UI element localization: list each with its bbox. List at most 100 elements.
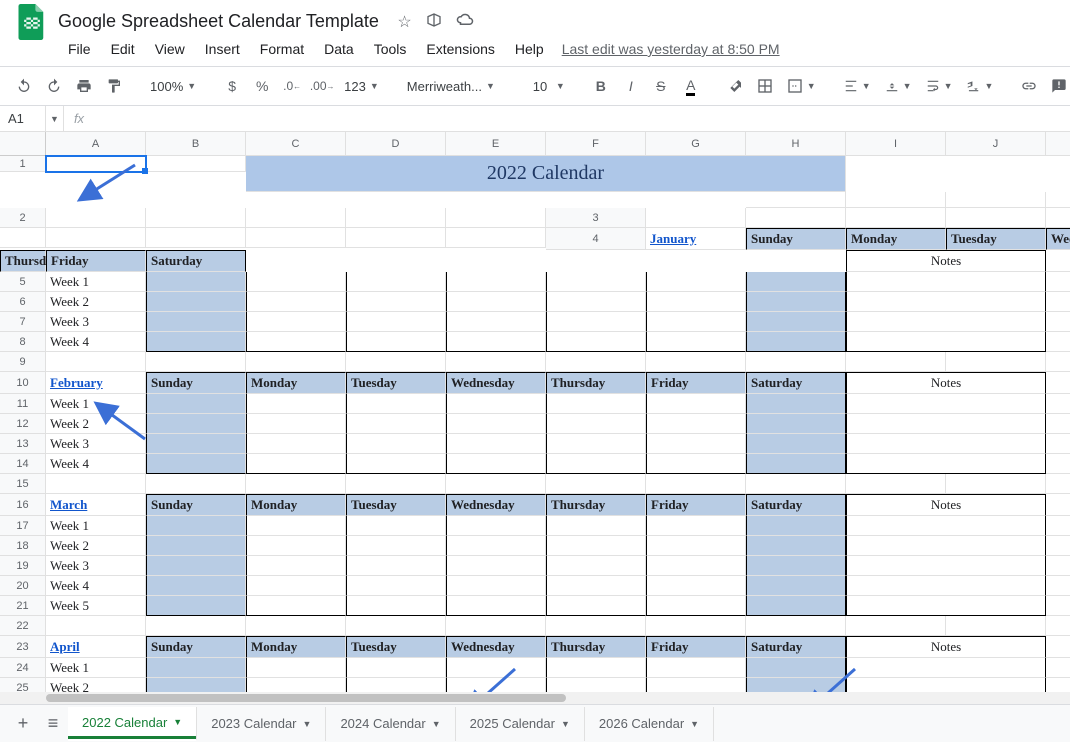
menu-format[interactable]: Format [252, 37, 312, 61]
cell[interactable] [1046, 332, 1070, 352]
day-header[interactable]: Saturday [746, 636, 846, 658]
week-label[interactable]: Week 2 [46, 292, 146, 312]
row-header[interactable]: 14 [0, 454, 46, 474]
row-header[interactable]: 19 [0, 556, 46, 576]
day-header[interactable]: Wednesday [1046, 228, 1070, 250]
calendar-cell[interactable] [346, 332, 446, 352]
notes-cell[interactable] [846, 516, 1046, 536]
calendar-cell[interactable] [146, 414, 246, 434]
cell[interactable] [346, 474, 446, 494]
cell[interactable] [446, 616, 546, 636]
more-formats-dropdown[interactable]: 123▼ [338, 72, 385, 100]
calendar-cell[interactable] [346, 292, 446, 312]
calendar-cell[interactable] [546, 272, 646, 292]
cell[interactable] [46, 208, 146, 228]
notes-cell[interactable] [846, 414, 1046, 434]
insert-comment-button[interactable] [1045, 72, 1070, 100]
month-link[interactable]: February [46, 372, 146, 394]
cell[interactable] [446, 228, 546, 248]
row-header[interactable]: 12 [0, 414, 46, 434]
column-header[interactable]: E [446, 132, 546, 156]
notes-cell[interactable] [846, 556, 1046, 576]
calendar-cell[interactable] [646, 394, 746, 414]
calendar-cell[interactable] [546, 556, 646, 576]
cell[interactable] [246, 474, 346, 494]
undo-button[interactable] [10, 72, 38, 100]
italic-button[interactable]: I [617, 72, 645, 100]
calendar-cell[interactable] [746, 332, 846, 352]
horizontal-align-button[interactable]: ▼ [838, 72, 877, 100]
calendar-cell[interactable] [646, 516, 746, 536]
cell[interactable] [1046, 208, 1070, 228]
row-header[interactable]: 15 [0, 474, 46, 494]
calendar-cell[interactable] [246, 658, 346, 678]
calendar-cell[interactable] [446, 272, 546, 292]
calendar-cell[interactable] [446, 454, 546, 474]
calendar-cell[interactable] [746, 576, 846, 596]
calendar-cell[interactable] [246, 596, 346, 616]
row-header[interactable]: 21 [0, 596, 46, 616]
zoom-dropdown[interactable]: 100%▼ [144, 72, 202, 100]
calendar-cell[interactable] [646, 556, 746, 576]
week-label[interactable]: Week 1 [46, 658, 146, 678]
calendar-cell[interactable] [246, 576, 346, 596]
calendar-cell[interactable] [446, 536, 546, 556]
calendar-cell[interactable] [346, 454, 446, 474]
calendar-cell[interactable] [546, 332, 646, 352]
paint-format-button[interactable] [100, 72, 128, 100]
borders-button[interactable] [751, 72, 779, 100]
calendar-cell[interactable] [746, 516, 846, 536]
calendar-cell[interactable] [546, 536, 646, 556]
cell[interactable] [346, 208, 446, 228]
notes-cell[interactable] [846, 312, 1046, 332]
calendar-cell[interactable] [146, 576, 246, 596]
week-label[interactable]: Week 3 [46, 312, 146, 332]
bold-button[interactable]: B [587, 72, 615, 100]
day-header[interactable]: Sunday [146, 494, 246, 516]
calendar-cell[interactable] [446, 576, 546, 596]
calendar-cell[interactable] [146, 272, 246, 292]
day-header[interactable]: Tuesday [346, 494, 446, 516]
week-label[interactable]: Week 2 [46, 678, 146, 692]
week-label[interactable]: Week 4 [46, 332, 146, 352]
calendar-cell[interactable] [746, 678, 846, 692]
column-header[interactable]: I [846, 132, 946, 156]
day-header[interactable]: Sunday [146, 636, 246, 658]
calendar-cell[interactable] [646, 434, 746, 454]
calendar-cell[interactable] [546, 394, 646, 414]
cell[interactable] [946, 192, 1046, 208]
cell[interactable] [46, 616, 146, 636]
column-header[interactable]: B [146, 132, 246, 156]
name-box[interactable]: A1 [0, 106, 46, 131]
fill-color-button[interactable] [721, 72, 749, 100]
calendar-cell[interactable] [546, 678, 646, 692]
cell[interactable] [846, 474, 946, 494]
cell[interactable] [746, 352, 846, 372]
text-wrap-button[interactable]: ▼ [920, 72, 959, 100]
row-header[interactable]: 18 [0, 536, 46, 556]
row-header[interactable]: 1 [0, 156, 46, 172]
row-header[interactable]: 13 [0, 434, 46, 454]
notes-cell[interactable] [846, 332, 1046, 352]
day-header[interactable]: Monday [846, 228, 946, 250]
calendar-cell[interactable] [446, 678, 546, 692]
calendar-cell[interactable] [246, 434, 346, 454]
sheet-tab[interactable]: 2024 Calendar▼ [326, 707, 455, 741]
calendar-cell[interactable] [246, 678, 346, 692]
day-header[interactable]: Saturday [746, 372, 846, 394]
cell[interactable] [46, 474, 146, 494]
calendar-cell[interactable] [146, 658, 246, 678]
day-header[interactable]: Friday [646, 636, 746, 658]
week-label[interactable]: Week 2 [46, 414, 146, 434]
cell[interactable] [1046, 414, 1070, 434]
menu-tools[interactable]: Tools [366, 37, 415, 61]
calendar-cell[interactable] [746, 536, 846, 556]
calendar-cell[interactable] [246, 332, 346, 352]
cell[interactable] [846, 616, 946, 636]
cell[interactable] [146, 208, 246, 228]
strikethrough-button[interactable]: S [647, 72, 675, 100]
menu-file[interactable]: File [60, 37, 99, 61]
calendar-cell[interactable] [346, 556, 446, 576]
cell[interactable] [1046, 658, 1070, 678]
calendar-cell[interactable] [446, 394, 546, 414]
